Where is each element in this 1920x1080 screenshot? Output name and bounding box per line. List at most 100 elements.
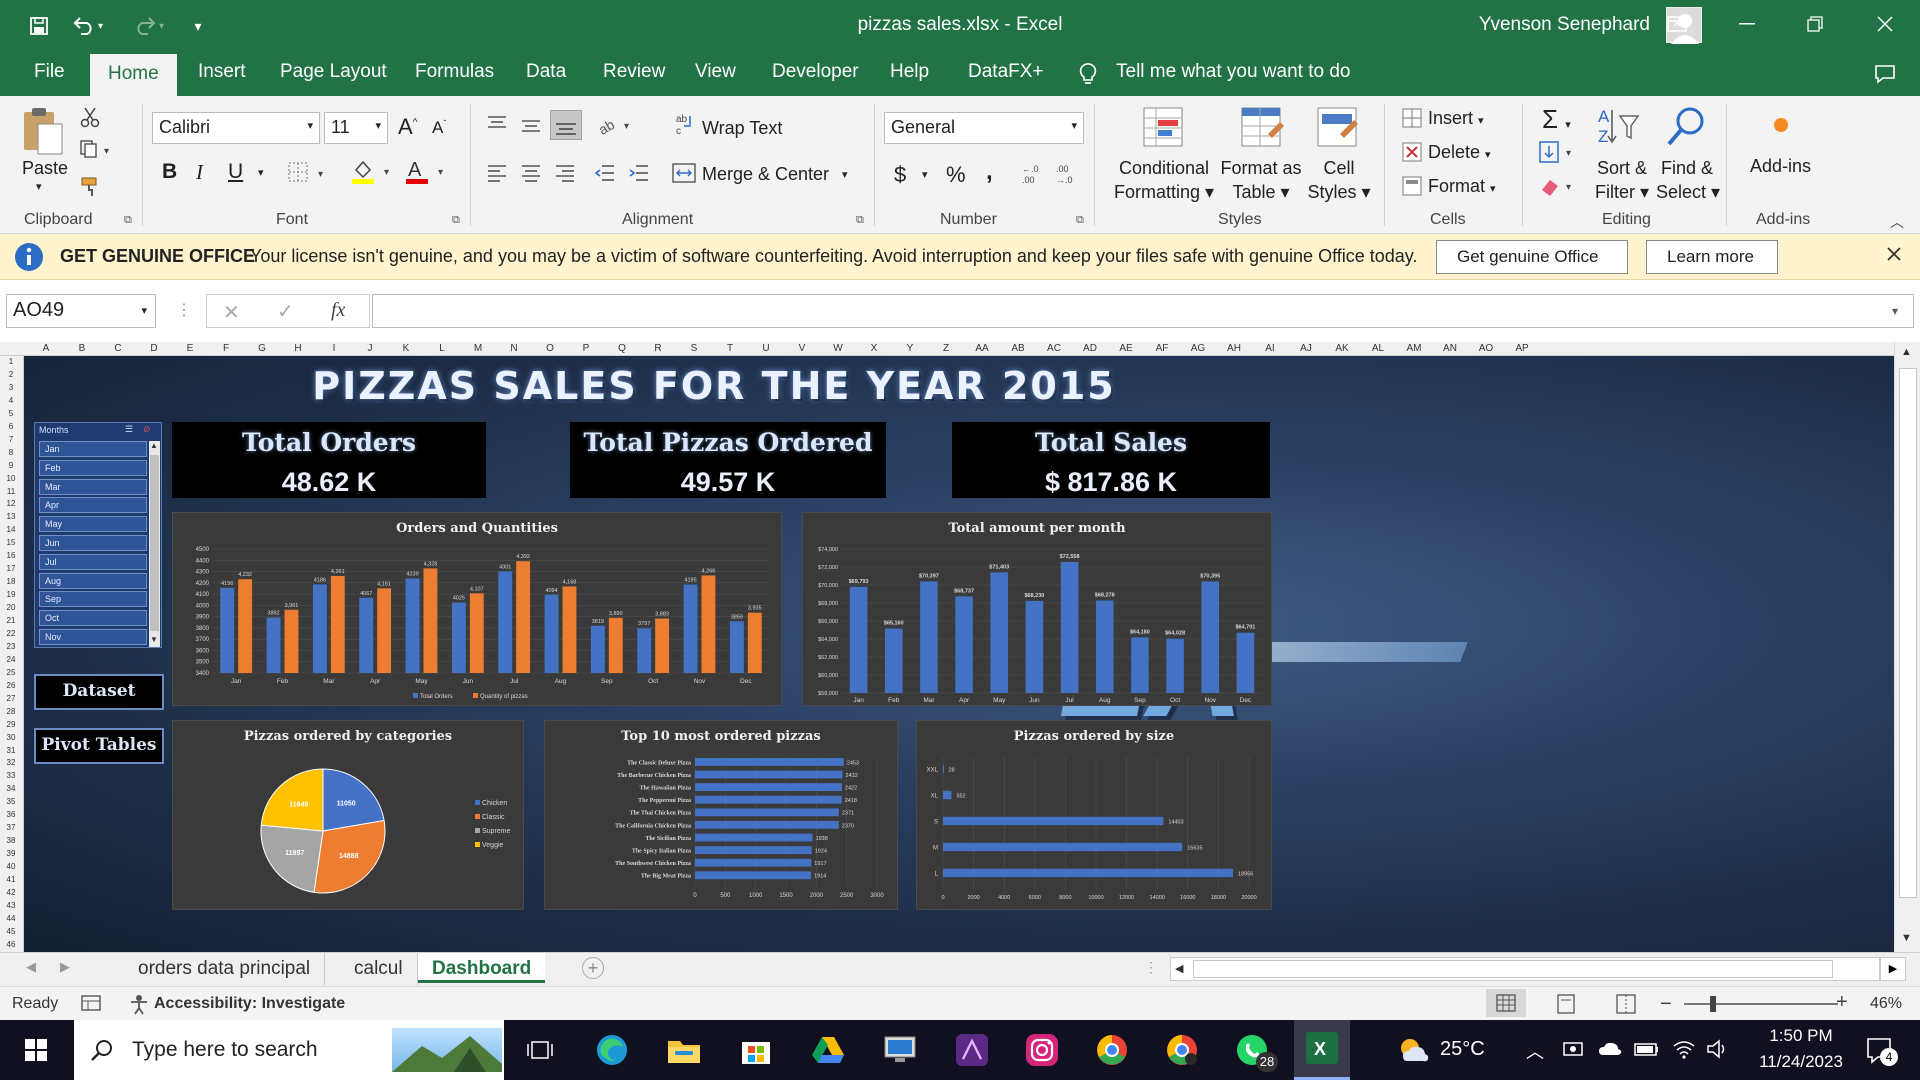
collapse-ribbon-icon[interactable]: ︿ [1890, 212, 1904, 232]
orientation-icon[interactable]: ab ▾ [596, 114, 636, 136]
currency-icon[interactable]: $ [894, 162, 906, 188]
column-header[interactable]: E [172, 342, 208, 356]
column-header[interactable]: AB [1000, 342, 1036, 356]
borders-icon[interactable]: ▾ [288, 162, 328, 184]
format-as-table-button[interactable]: Format as Table ▾ [1216, 156, 1306, 204]
row-header[interactable]: 19 [0, 589, 22, 602]
column-header[interactable]: F [208, 342, 244, 356]
italic-icon[interactable]: I [196, 160, 203, 185]
row-header[interactable]: 44 [0, 913, 22, 926]
normal-view-icon[interactable] [1486, 989, 1526, 1017]
chrome-profile-icon[interactable] [1162, 1030, 1202, 1070]
row-header[interactable]: 7 [0, 434, 22, 447]
column-header[interactable]: M [460, 342, 496, 356]
row-header[interactable]: 1 [0, 356, 22, 369]
accessibility-icon[interactable] [128, 993, 150, 1015]
add-ins-icon[interactable] [1772, 116, 1790, 134]
wrap-text-button[interactable]: Wrap Text [702, 118, 782, 139]
column-header[interactable]: S [676, 342, 712, 356]
increase-indent-icon[interactable] [628, 162, 650, 184]
column-header[interactable]: P [568, 342, 604, 356]
scroll-thumb[interactable] [150, 455, 159, 631]
column-header[interactable]: AM [1396, 342, 1432, 356]
fill-color-icon[interactable]: ▾ [350, 158, 394, 186]
row-header[interactable]: 14 [0, 524, 22, 537]
column-header[interactable]: AA [964, 342, 1000, 356]
vertical-scrollbar[interactable]: ▲ ▼ [1894, 342, 1920, 952]
learn-more-button[interactable]: Learn more [1646, 240, 1778, 274]
align-left-icon[interactable] [486, 162, 508, 184]
slicer-item[interactable]: Oct [39, 610, 147, 627]
tab-page-layout[interactable]: Page Layout [276, 52, 391, 96]
slicer-item[interactable]: Apr [39, 497, 147, 514]
taskbar-search[interactable]: Type here to search [74, 1020, 504, 1080]
row-header[interactable]: 12 [0, 498, 22, 511]
row-header[interactable]: 45 [0, 926, 22, 939]
column-header[interactable]: L [424, 342, 460, 356]
row-header[interactable]: 41 [0, 874, 22, 887]
row-header[interactable]: 46 [0, 939, 22, 952]
row-header[interactable]: 28 [0, 706, 22, 719]
expand-formula-icon[interactable]: ▾ [1892, 304, 1898, 318]
paste-button[interactable]: Paste [22, 158, 68, 179]
remote-desktop-icon[interactable] [880, 1030, 920, 1070]
formula-bar-dots-icon[interactable]: ⋮ [176, 300, 192, 320]
column-header[interactable]: AC [1036, 342, 1072, 356]
tab-file[interactable]: File [30, 52, 69, 96]
row-header[interactable]: 8 [0, 447, 22, 460]
percent-icon[interactable]: % [946, 162, 966, 188]
column-header[interactable]: AG [1180, 342, 1216, 356]
ribbon-display-icon[interactable] [1648, 0, 1706, 48]
scroll-thumb[interactable] [1193, 960, 1833, 978]
zoom-in-icon[interactable]: + [1836, 991, 1848, 1014]
column-header[interactable]: Z [928, 342, 964, 356]
font-name-select[interactable]: Calibri ▾ [152, 112, 320, 144]
column-header[interactable]: Q [604, 342, 640, 356]
zoom-level[interactable]: 46% [1870, 995, 1902, 1013]
scroll-down-icon[interactable]: ▼ [1901, 932, 1912, 944]
meet-now-icon[interactable] [1562, 1038, 1584, 1060]
prev-sheet-icon[interactable]: ◀ [26, 959, 36, 975]
column-header[interactable]: A [28, 342, 64, 356]
slicer-item[interactable]: Nov [39, 629, 147, 645]
column-header[interactable]: C [100, 342, 136, 356]
row-header[interactable]: 27 [0, 693, 22, 706]
row-header[interactable]: 32 [0, 757, 22, 770]
file-explorer-icon[interactable] [664, 1030, 704, 1070]
slicer-item[interactable]: Sep [39, 591, 147, 608]
scroll-left-icon[interactable]: ◀ [1175, 962, 1183, 975]
increase-decimal-icon[interactable]: ←.0.00 [1020, 162, 1046, 186]
horizontal-scrollbar[interactable]: ◀ [1170, 957, 1880, 981]
column-header[interactable]: AI [1252, 342, 1288, 356]
dataset-button[interactable]: Dataset [34, 674, 164, 710]
row-header[interactable]: 36 [0, 809, 22, 822]
column-header[interactable]: O [532, 342, 568, 356]
tab-formulas[interactable]: Formulas [411, 52, 498, 96]
fill-icon[interactable]: ▾ [1538, 140, 1578, 164]
tray-chevron-icon[interactable]: ︿ [1526, 1038, 1544, 1064]
notifications-icon[interactable]: 4 [1866, 1036, 1898, 1066]
align-right-icon[interactable] [554, 162, 576, 184]
column-header[interactable]: I [316, 342, 352, 356]
comma-style-icon[interactable]: , [986, 158, 993, 186]
row-header[interactable]: 30 [0, 732, 22, 745]
column-header[interactable]: U [748, 342, 784, 356]
column-header[interactable]: AJ [1288, 342, 1324, 356]
font-launcher-icon[interactable]: ⧉ [452, 214, 460, 227]
insert-cells-icon[interactable] [1402, 108, 1422, 128]
close-icon[interactable] [1856, 0, 1914, 48]
underline-chevron-icon[interactable]: ▾ [258, 166, 264, 179]
row-header[interactable]: 34 [0, 783, 22, 796]
close-message-icon[interactable] [1886, 246, 1902, 262]
align-bottom-icon[interactable] [550, 110, 582, 140]
wifi-icon[interactable] [1672, 1038, 1696, 1060]
decrease-indent-icon[interactable] [594, 162, 616, 184]
font-color-icon[interactable]: A ▾ [404, 158, 448, 186]
row-header[interactable]: 35 [0, 796, 22, 809]
restore-icon[interactable] [1786, 0, 1844, 48]
scroll-up-icon[interactable]: ▲ [150, 441, 158, 450]
column-header[interactable]: X [856, 342, 892, 356]
merge-center-button[interactable]: Merge & Center [702, 164, 829, 185]
minimize-icon[interactable] [1718, 0, 1776, 48]
column-header[interactable]: N [496, 342, 532, 356]
